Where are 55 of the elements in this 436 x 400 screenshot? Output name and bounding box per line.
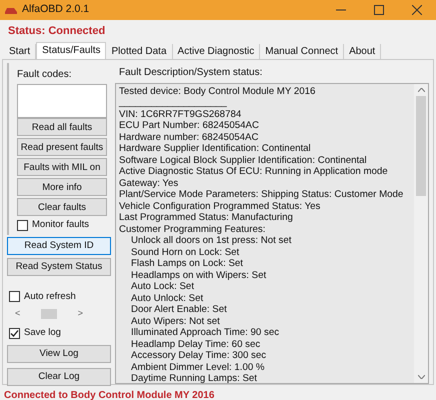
status-line: Headlamps on with Wipers: Set bbox=[130, 270, 268, 281]
status-line: ____________________ bbox=[119, 97, 228, 108]
status-line: Active Diagnostic Status Of ECU: Running in Application mode bbox=[119, 166, 389, 178]
status-line: Auto Unlock: Set bbox=[130, 292, 204, 304]
scroll-right-arrow[interactable]: > bbox=[78, 306, 83, 320]
action-button[interactable]: Read System Status bbox=[7, 258, 111, 276]
checkbox[interactable] bbox=[9, 291, 20, 302]
scroll-thumb[interactable] bbox=[416, 96, 426, 196]
action-button[interactable]: Read System ID bbox=[7, 236, 111, 254]
status-line: VIN: 1C6RR7FT9GS268784 bbox=[119, 108, 242, 120]
close-icon[interactable] bbox=[412, 5, 422, 15]
tab[interactable]: Status/Faults bbox=[36, 42, 106, 58]
status-line: Auto Lock: Set bbox=[130, 281, 196, 292]
checkbox[interactable] bbox=[9, 328, 20, 339]
window-title: AlfaOBD 2.0.1 bbox=[22, 2, 90, 18]
vertical-scroll-bar[interactable] bbox=[414, 84, 428, 382]
status-line: Last Programmed Status: Manufacturing bbox=[119, 212, 294, 224]
action-button[interactable]: Clear faults bbox=[17, 198, 107, 216]
checkbox[interactable] bbox=[17, 220, 28, 231]
status-line: ECU Part Number: 68245054AC bbox=[119, 120, 260, 132]
status-line: Door Alert Enable: Set bbox=[130, 304, 228, 316]
status-line: Hardware Supplier Identification: Continental bbox=[119, 143, 312, 154]
status-line: Headlamp Delay Time: 60 sec bbox=[130, 338, 262, 350]
action-button[interactable]: View Log bbox=[7, 344, 111, 362]
checkbox-label: Monitor faults bbox=[32, 218, 90, 232]
status-line: Unlock all doors on 1st press: Not set bbox=[130, 235, 292, 246]
scroll-bar[interactable]: < > bbox=[7, 306, 91, 320]
action-button[interactable]: Faults with MIL on bbox=[17, 158, 107, 176]
action-button[interactable]: Clear Log bbox=[7, 368, 111, 386]
status-line: Vehicle Configuration Programmed Status: Yes bbox=[119, 200, 322, 212]
status-line: Gateway: Yes bbox=[119, 178, 180, 189]
checkbox-label: Save log bbox=[24, 326, 61, 340]
checkbox-label: Auto refresh bbox=[24, 290, 76, 304]
scroll-thumb[interactable] bbox=[41, 308, 57, 318]
status-line: Ambient Dimmer Level: 1.00 % bbox=[130, 362, 266, 373]
action-button[interactable]: More info bbox=[17, 178, 107, 196]
connection-status: Status: Connected bbox=[7, 24, 106, 39]
scroll-left-arrow[interactable]: < bbox=[15, 306, 20, 320]
status-line: Customer Programming Features: bbox=[119, 224, 266, 235]
status-line: Flash Lamps on Lock: Set bbox=[130, 258, 244, 270]
status-line: Hardware number: 68245054AC bbox=[119, 132, 260, 143]
car-icon bbox=[4, 5, 18, 15]
status-line: Software Logical Block Supplier Identification: Continental bbox=[119, 154, 368, 166]
status-line: Sound Horn on Lock: Set bbox=[130, 246, 240, 258]
maximize-icon[interactable] bbox=[374, 5, 384, 15]
action-button[interactable]: Read all faults bbox=[17, 118, 107, 136]
status-bar-text: Connected to Body Control Module MY 2016 bbox=[4, 390, 214, 400]
fault-codes-label: Fault codes: bbox=[17, 68, 72, 82]
description-label: Fault Description/System status: bbox=[118, 66, 264, 80]
status-line: Plant/Service Mode Parameters: Shipping Status: Customer Mode bbox=[119, 189, 404, 200]
status-line: Illuminated Approach Time: 90 sec bbox=[130, 327, 280, 338]
status-line: Tested device: Body Control Module MY 2016 bbox=[119, 86, 316, 97]
status-line: Accessory Delay Time: 300 sec bbox=[130, 350, 268, 362]
action-button[interactable]: Read present faults bbox=[17, 138, 107, 156]
status-line: Auto Wipers: Not set bbox=[130, 316, 221, 327]
